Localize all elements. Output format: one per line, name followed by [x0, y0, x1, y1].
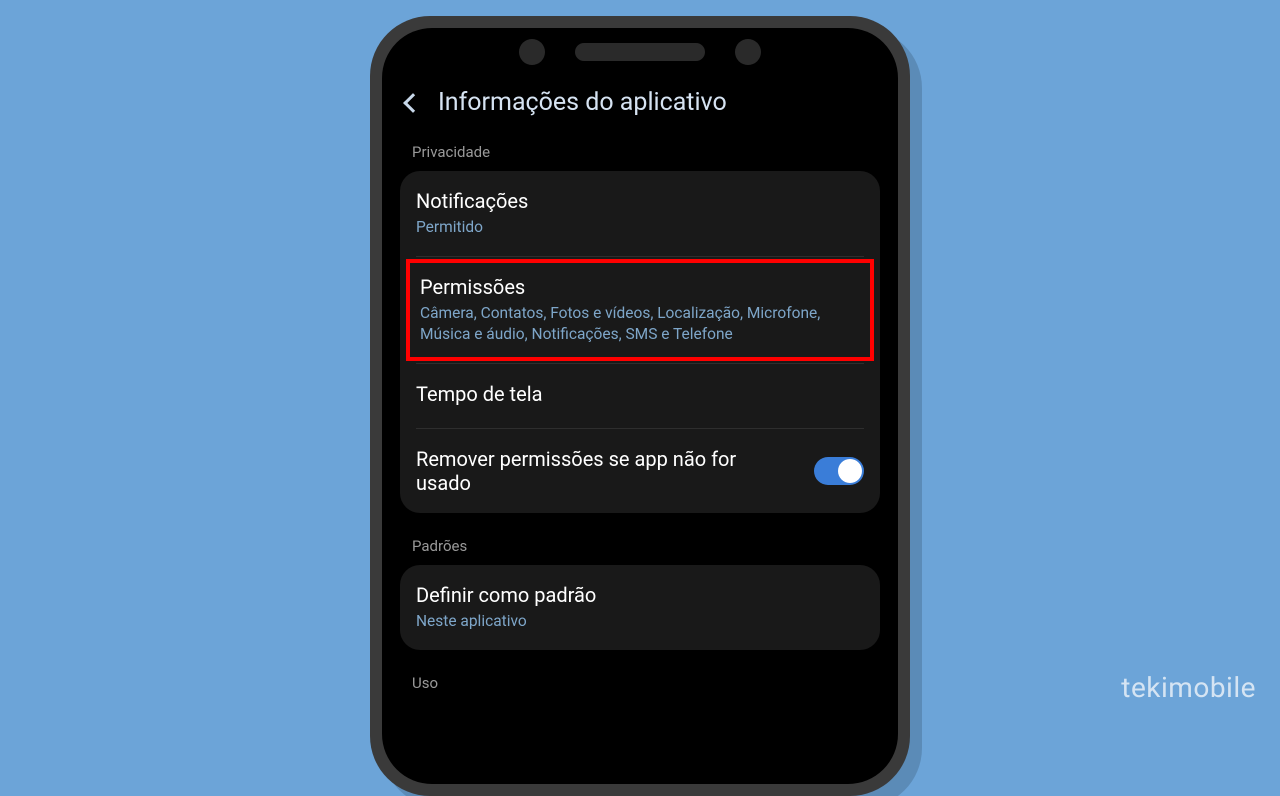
section-label-privacy: Privacidade [400, 135, 880, 171]
watermark: tekimobile [1121, 671, 1256, 704]
page-title: Informações do aplicativo [438, 88, 727, 117]
app-header: Informações do aplicativo [400, 76, 880, 135]
sensor-dot [519, 39, 545, 65]
settings-screen: Informações do aplicativo Privacidade No… [382, 76, 898, 702]
privacy-card: Notificações Permitido Permissões Câmera… [400, 171, 880, 513]
sensor-dot [735, 39, 761, 65]
toggle-knob [838, 459, 862, 483]
defaults-card: Definir como padrão Neste aplicativo [400, 565, 880, 650]
row-subtitle: Permitido [416, 217, 864, 238]
row-remove-permissions[interactable]: Remover permissões se app não for usado [400, 429, 880, 513]
phone-frame: Informações do aplicativo Privacidade No… [370, 16, 910, 796]
row-title: Definir como padrão [416, 583, 864, 607]
speaker-grille [575, 43, 705, 61]
phone-notch [382, 28, 898, 76]
toggle-remove-permissions[interactable] [814, 457, 864, 485]
back-icon[interactable] [403, 93, 423, 113]
row-title: Remover permissões se app não for usado [416, 447, 794, 495]
row-screen-time[interactable]: Tempo de tela [400, 364, 880, 428]
row-notifications[interactable]: Notificações Permitido [400, 171, 880, 256]
row-subtitle: Neste aplicativo [416, 611, 864, 632]
divider [416, 256, 864, 257]
row-subtitle: Câmera, Contatos, Fotos e vídeos, Locali… [420, 303, 860, 345]
row-permissions[interactable]: Permissões Câmera, Contatos, Fotos e víd… [406, 259, 874, 361]
row-title: Tempo de tela [416, 382, 864, 406]
section-label-defaults: Padrões [400, 529, 880, 565]
row-title: Notificações [416, 189, 864, 213]
row-title: Permissões [420, 275, 860, 299]
section-label-usage: Uso [400, 666, 880, 702]
row-set-default[interactable]: Definir como padrão Neste aplicativo [400, 565, 880, 650]
phone-screen-container: Informações do aplicativo Privacidade No… [382, 28, 898, 784]
